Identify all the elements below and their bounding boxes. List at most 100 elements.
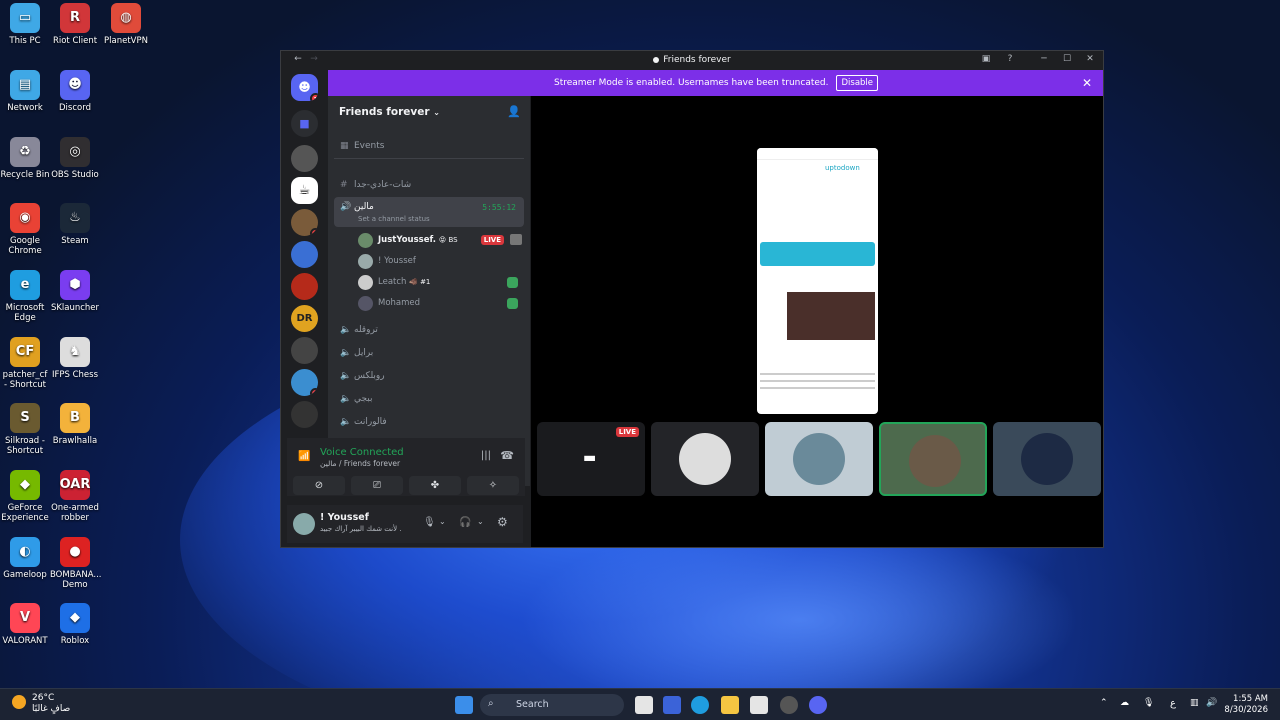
chevron-down-icon[interactable]: ⌄ — [477, 517, 484, 526]
desktop-icon[interactable]: ⬢ SKlauncher — [50, 270, 100, 313]
camera-button[interactable]: ⊘ — [293, 476, 345, 495]
desktop-icon[interactable]: ♻ Recycle Bin — [0, 137, 50, 180]
channel-voice[interactable]: 🔈 تروقله — [334, 320, 524, 340]
stream-tile[interactable]: LIVE ▬ — [537, 422, 645, 496]
desktop-icon[interactable]: ◉ Google Chrome — [0, 203, 50, 256]
channel-text[interactable]: # شات-عادي-جدا — [334, 175, 524, 195]
disconnect-icon[interactable]: ☎ — [500, 449, 514, 462]
wifi-icon[interactable]: ▥ — [1190, 698, 1199, 708]
camera-off-icon: ⊘ — [314, 480, 324, 491]
clock[interactable]: 1:55 AM 8/30/2026 — [1224, 694, 1268, 716]
desktop-icon[interactable]: ◆ Roblox — [50, 603, 100, 646]
server-icon-dr[interactable]: DR — [291, 305, 318, 332]
desktop-icon[interactable]: CF patcher_cf - Shortcut — [0, 337, 50, 390]
channel-voice[interactable]: 🔈 ببجي — [334, 389, 524, 409]
channel-voice[interactable]: 🔈 روبلكس — [334, 366, 524, 386]
maximize-icon[interactable]: ☐ — [1060, 54, 1074, 67]
desktop-icon[interactable]: e Microsoft Edge — [0, 270, 50, 323]
voice-connected-subtitle[interactable]: مالين / Friends forever — [320, 459, 400, 468]
speaker-icon: 🔈 — [340, 325, 352, 335]
channel-voice-active[interactable]: 🔊 مالين 5:55:12 Set a channel status — [334, 197, 524, 227]
task-view-icon[interactable] — [635, 696, 653, 714]
desktop-icon[interactable]: OAR One-armed robber — [50, 470, 100, 523]
channel-voice[interactable]: 🔈 برايل — [334, 343, 524, 363]
widgets-icon[interactable] — [663, 696, 681, 714]
server-icon-5[interactable] — [291, 273, 318, 300]
participant-tile[interactable] — [765, 422, 873, 496]
weather-temp: 26°C — [32, 693, 55, 703]
microphone-icon[interactable]: 🎙 — [423, 517, 436, 528]
banner-close-icon[interactable]: ✕ — [1082, 76, 1092, 90]
noise-suppression-icon[interactable]: ||| — [481, 450, 491, 461]
file-explorer-icon[interactable] — [721, 696, 739, 714]
avatar[interactable] — [293, 513, 315, 535]
invite-people-icon[interactable]: 👤 — [507, 105, 521, 118]
weather-widget[interactable]: 26°C صافٍ غالبًا — [12, 693, 70, 715]
network-tray-icon[interactable]: ☁ — [1120, 698, 1129, 708]
voice-user[interactable]: ! Youssef — [356, 252, 524, 271]
server-icon-3[interactable]: 2 — [291, 209, 318, 236]
start-button[interactable] — [455, 696, 473, 714]
desktop-icon[interactable]: ♨ Steam — [50, 203, 100, 246]
minimize-icon[interactable]: ─ — [1037, 54, 1051, 67]
channel-status-text[interactable]: Set a channel status — [358, 215, 430, 223]
guild-header[interactable]: Friends forever ⌄ 👤 — [328, 96, 530, 128]
desktop-icon[interactable]: ● BOMBANA... Demo — [50, 537, 101, 590]
chevron-up-icon[interactable]: ⌃ — [1100, 698, 1108, 708]
server-icon-1[interactable] — [291, 145, 318, 172]
voice-user[interactable]: Leatch 🐗 #1 — [356, 273, 524, 292]
server-icon-9[interactable] — [291, 401, 318, 428]
desktop-icon-label: One-armed robber — [51, 503, 99, 523]
help-icon[interactable]: ? — [1003, 54, 1017, 67]
window-close-icon[interactable]: ✕ — [1083, 54, 1097, 67]
steam-taskbar-icon[interactable] — [780, 696, 798, 714]
home-button[interactable]: ☻ 1 — [291, 74, 318, 101]
stream-preview[interactable]: uptodown — [757, 148, 878, 414]
voice-user[interactable]: JustYoussef. 😝 BS LIVE — [356, 231, 524, 250]
headphones-icon[interactable]: 🎧 — [459, 517, 471, 528]
desktop-icon[interactable]: ◆ GeForce Experience — [0, 470, 50, 523]
username[interactable]: ! Youssef — [320, 512, 369, 523]
inbox-icon[interactable]: ▣ — [979, 54, 993, 67]
share-screen-button[interactable]: ⎚ — [351, 476, 403, 495]
soundboard-button[interactable]: ✧ — [467, 476, 519, 495]
signal-icon[interactable]: 📶 — [298, 451, 310, 462]
desktop-icon[interactable]: R Riot Client — [50, 3, 100, 46]
disable-streamer-mode-button[interactable]: Disable — [836, 75, 879, 91]
server-dot-icon — [653, 56, 660, 63]
discord-taskbar-icon[interactable] — [809, 696, 827, 714]
desktop-icon[interactable]: S Silkroad - Shortcut — [0, 403, 50, 456]
desktop-icon[interactable]: V VALORANT — [0, 603, 50, 646]
participant-tile-speaking[interactable] — [879, 422, 987, 496]
volume-icon[interactable]: 🔊 — [1206, 698, 1217, 708]
server-icon-friends-forever[interactable]: ☕ — [291, 177, 318, 204]
store-icon[interactable] — [750, 696, 768, 714]
desktop-icon[interactable]: ◍ PlanetVPN — [101, 3, 151, 46]
desktop-icon[interactable]: B Brawlhalla — [50, 403, 100, 446]
voice-user[interactable]: Mohamed — [356, 294, 524, 313]
activities-button[interactable]: ✤ — [409, 476, 461, 495]
desktop-icon[interactable]: ◐ Gameloop — [0, 537, 50, 580]
participant-tile[interactable] — [651, 422, 759, 496]
desktop-icon-label: GeForce Experience — [1, 503, 49, 523]
desktop-icon[interactable]: ☻ Discord — [50, 70, 100, 113]
channel-voice[interactable]: 🔈 فالورانت — [334, 412, 524, 432]
settings-gear-icon[interactable]: ⚙ — [497, 515, 508, 529]
desktop-icon[interactable]: ▭ This PC — [0, 3, 50, 46]
server-icon-4[interactable] — [291, 241, 318, 268]
language-indicator[interactable]: ع — [1170, 698, 1176, 709]
app-icon: ♞ — [60, 337, 90, 367]
desktop-icon[interactable]: ▤ Network — [0, 70, 50, 113]
participant-tile[interactable] — [993, 422, 1101, 496]
desktop-icon[interactable]: ◎ OBS Studio — [50, 137, 100, 180]
server-icon-7[interactable] — [291, 337, 318, 364]
events-item[interactable]: ▦ Events — [334, 136, 524, 156]
desktop-icon[interactable]: ♞ IFPS Chess — [50, 337, 100, 380]
app-icon: B — [60, 403, 90, 433]
server-icon-8[interactable]: 2 — [291, 369, 318, 396]
folder-icon[interactable]: ■ — [291, 110, 318, 137]
search-box[interactable]: ⌕ Search — [480, 694, 624, 716]
edge-icon[interactable] — [691, 696, 709, 714]
microphone-tray-icon[interactable]: 🎙 — [1143, 698, 1154, 708]
chevron-down-icon[interactable]: ⌄ — [439, 517, 446, 526]
